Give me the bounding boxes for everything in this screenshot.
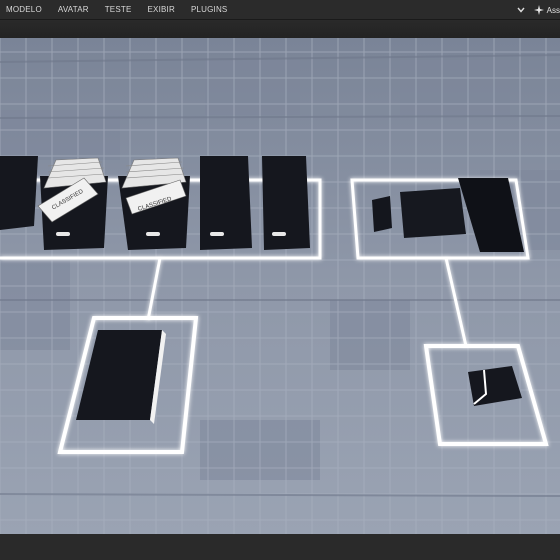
menu-exibir[interactable]: EXIBIR xyxy=(148,5,175,14)
small-box xyxy=(372,196,392,232)
menu-modelo[interactable]: MODELO xyxy=(6,5,42,14)
box-handle-icon xyxy=(56,232,70,236)
floor-grid xyxy=(0,38,560,534)
medium-box xyxy=(400,188,466,238)
assistant-label: Ass xyxy=(546,5,560,15)
topbar-right-group: Ass xyxy=(516,0,560,20)
toolbar-strip xyxy=(0,20,560,40)
box-handle-icon xyxy=(272,232,286,236)
3d-viewport[interactable]: CLASSIFIED CLASSIFIED xyxy=(0,38,560,534)
sparkle-icon xyxy=(533,5,544,15)
scene-canvas: CLASSIFIED CLASSIFIED xyxy=(0,38,560,534)
menu-plugins[interactable]: PLUGINS xyxy=(191,5,228,14)
menu-teste[interactable]: TESTE xyxy=(105,5,132,14)
box-handle-icon xyxy=(210,232,224,236)
box-handle-icon xyxy=(146,232,160,236)
bottom-bar xyxy=(0,534,560,560)
archive-box-5 xyxy=(262,156,310,250)
archive-box-4 xyxy=(200,156,252,250)
menu-avatar[interactable]: AVATAR xyxy=(58,5,89,14)
top-menu-bar: MODELO AVATAR TESTE EXIBIR PLUGINS Ass xyxy=(0,0,560,20)
archive-box-1 xyxy=(0,156,38,230)
assistant-button[interactable]: Ass xyxy=(533,5,560,15)
chevron-down-icon[interactable] xyxy=(516,0,526,20)
